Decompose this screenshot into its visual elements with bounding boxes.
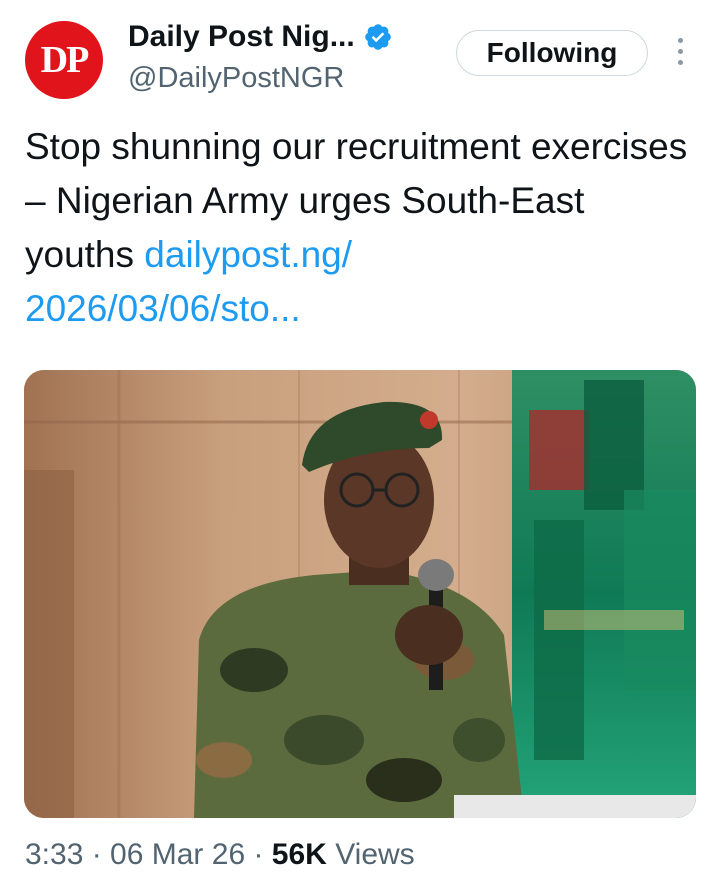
display-name[interactable]: Daily Post Nig... (128, 20, 355, 54)
tweet-meta: 3:33 · 06 Mar 26 · 56K Views (25, 838, 415, 871)
photo-army-officer-icon (24, 370, 696, 818)
tweet-text: Stop shunning our recruitment exercises … (25, 120, 695, 336)
following-button[interactable]: Following (456, 30, 648, 76)
avatar[interactable]: DP (25, 21, 103, 99)
more-dot (677, 49, 683, 54)
account-name-row[interactable]: Daily Post Nig... (128, 20, 393, 54)
avatar-logo-text: DP (40, 39, 90, 81)
more-dot (677, 38, 683, 43)
tweet-link-part1: dailypost.ng/ (144, 234, 353, 275)
more-options-icon[interactable] (674, 38, 686, 65)
timestamp[interactable]: 3:33 · 06 Mar 26 (25, 838, 245, 871)
account-handle[interactable]: @DailyPostNGR (128, 62, 344, 95)
verified-badge-icon (364, 24, 391, 50)
more-dot (677, 60, 683, 65)
views-count: 56K (271, 838, 327, 871)
views-label: Views (335, 838, 415, 871)
tweet-photo[interactable] (24, 370, 696, 818)
tweet-body: Stop shunning our recruitment exercises … (25, 126, 688, 275)
tweet-link-part2: 2026/03/06/sto... (25, 288, 301, 329)
